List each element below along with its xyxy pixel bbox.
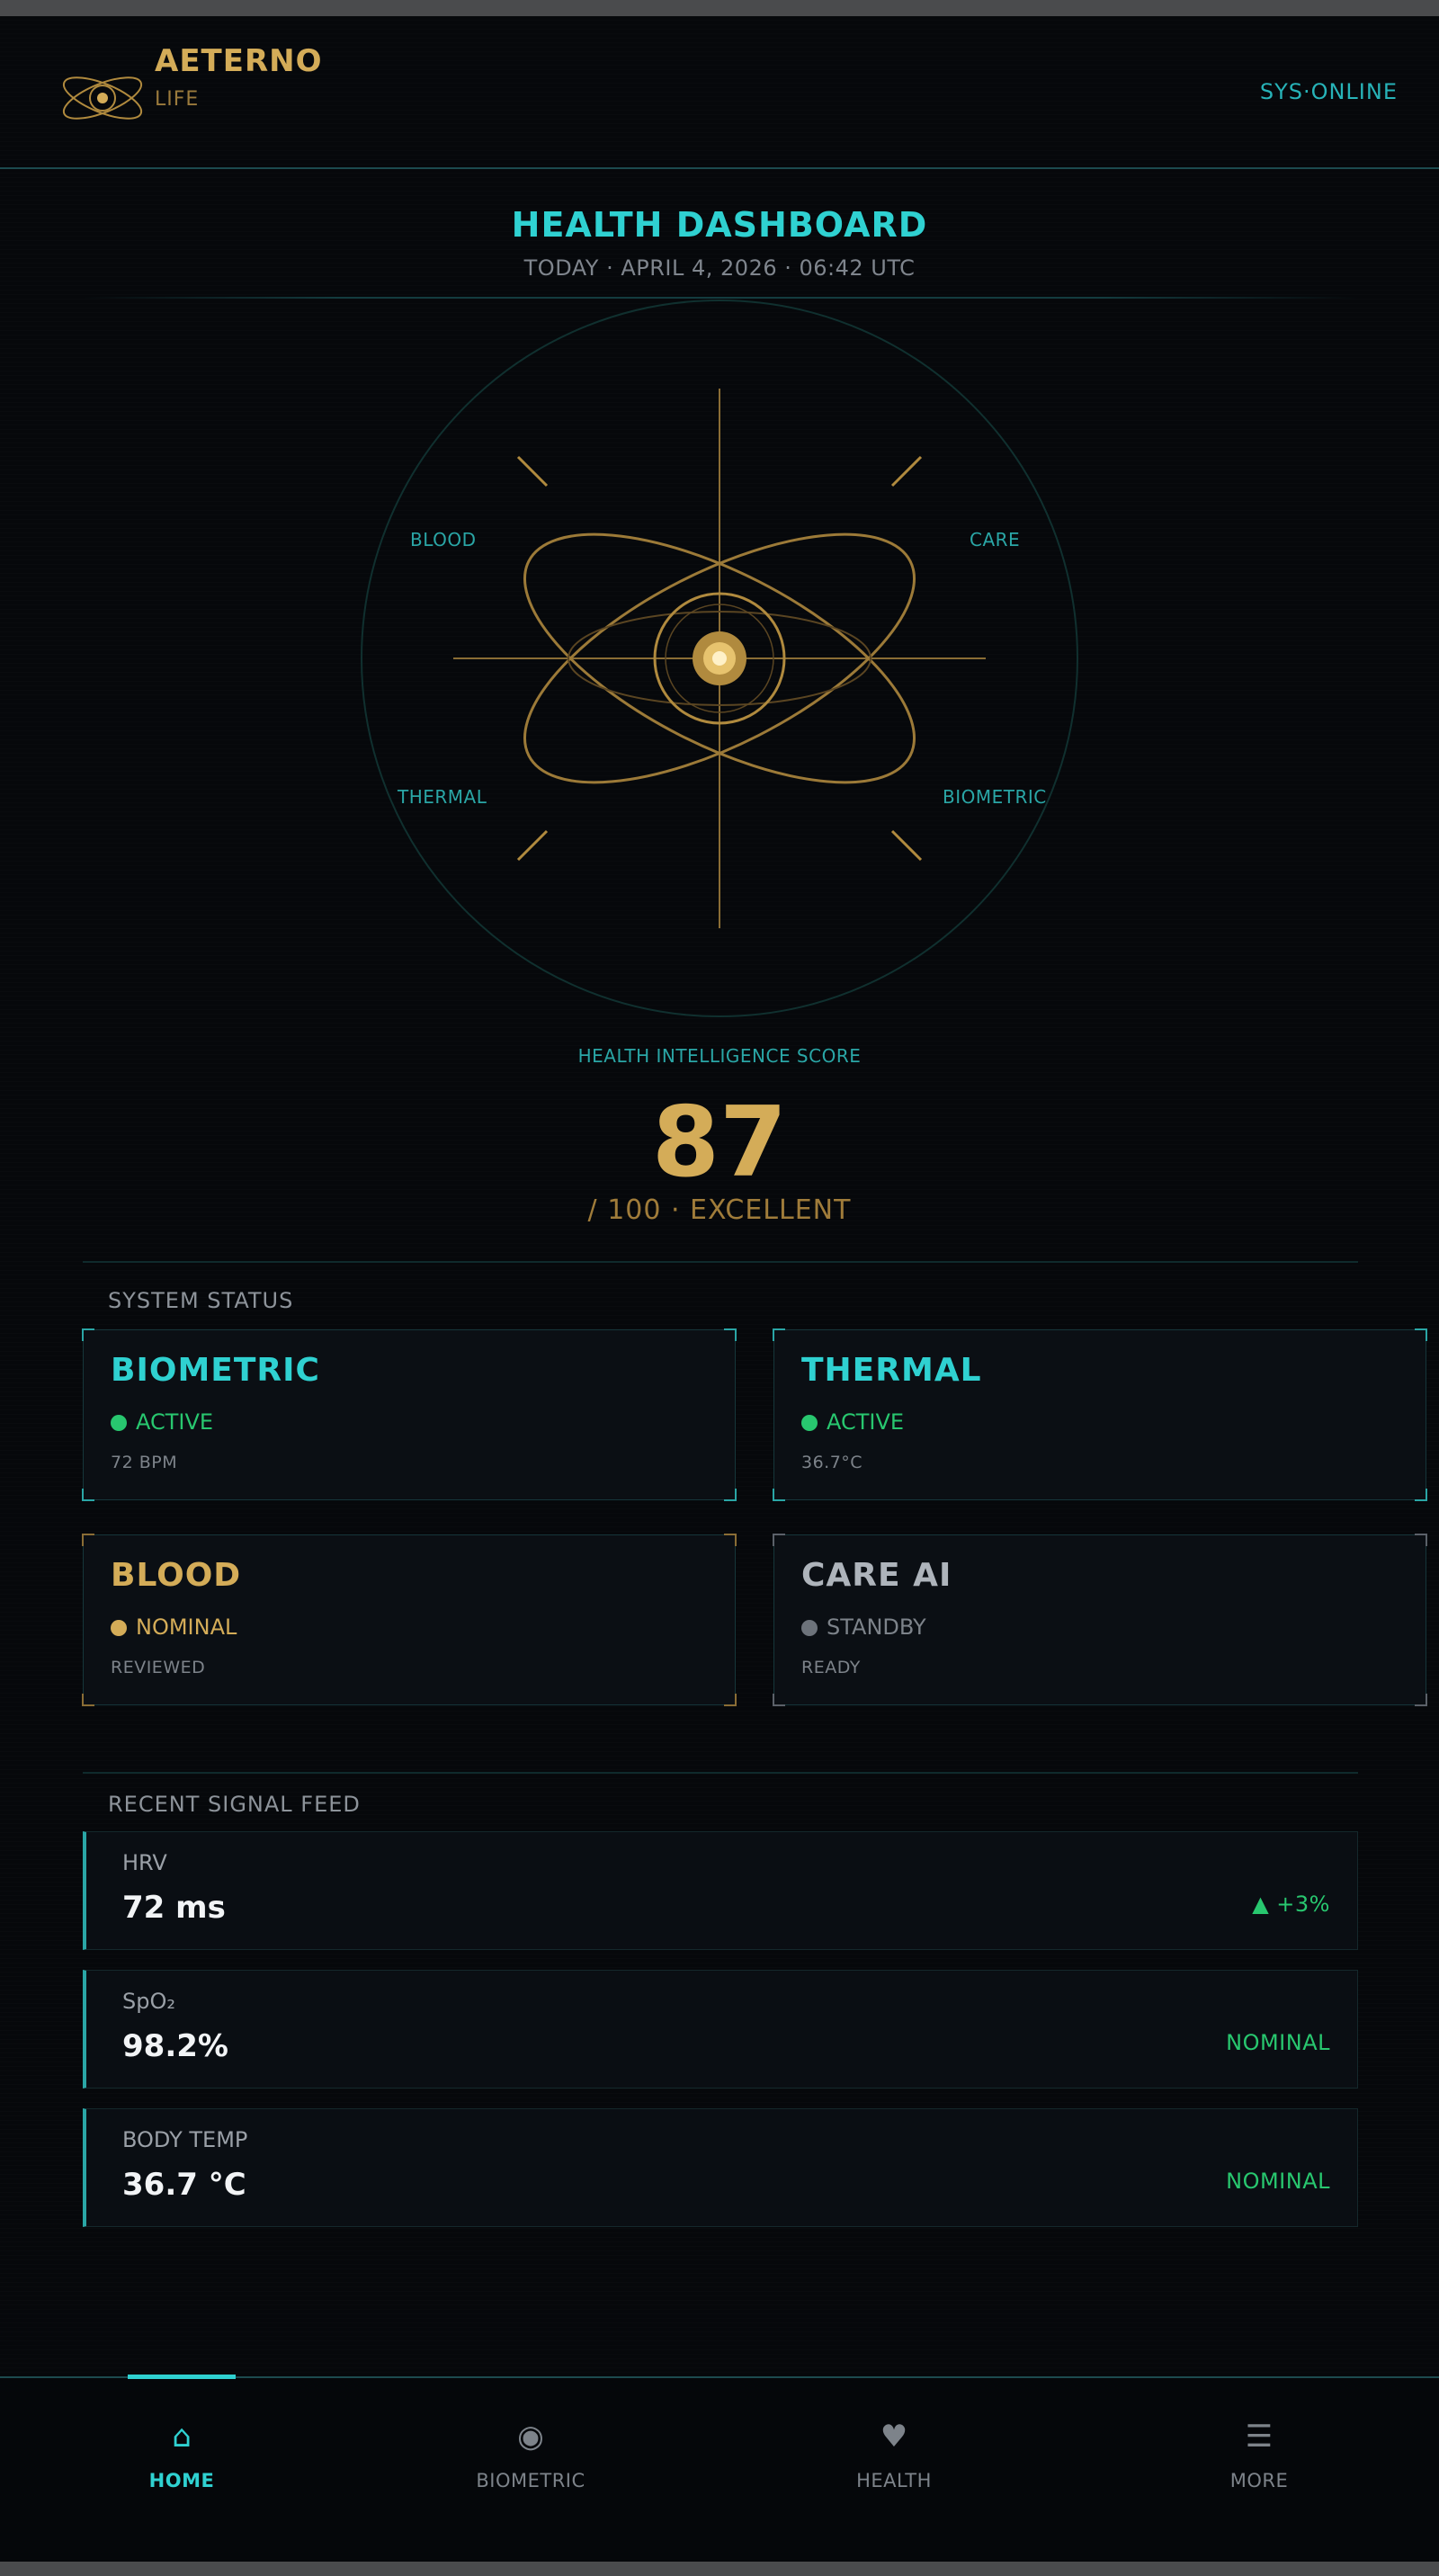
menu-icon: ☰ [1245,2419,1274,2455]
card-title: CARE AI [801,1557,952,1594]
status-card-blood[interactable]: BLOOD NOMINAL REVIEWED [82,1534,737,1706]
active-tab-indicator [128,2375,236,2379]
nav-label: BIOMETRIC [476,2470,585,2491]
emblem-label-thermal: THERMAL [398,786,487,808]
brand: AETERNO LIFE [155,43,323,111]
card-state-label: ACTIVE [827,1409,905,1435]
system-status-heading: SYSTEM STATUS [108,1288,294,1313]
system-status-indicator: SYS·ONLINE [1259,79,1398,104]
app-header: AETERNO LIFE SYS·ONLINE [0,16,1439,169]
feed-item-hrv[interactable]: HRV 72 ms ▲ +3% [83,1831,1358,1950]
status-card-thermal[interactable]: THERMAL ACTIVE 36.7°C [773,1328,1427,1501]
home-icon: ⌂ [172,2419,192,2455]
card-state: NOMINAL [111,1614,237,1640]
orbit-logo-icon[interactable] [58,59,147,137]
card-state: ACTIVE [111,1409,213,1435]
card-state-label: NOMINAL [136,1614,237,1640]
biometric-icon: ◉ [517,2419,544,2455]
nav-health[interactable]: ♥ HEALTH [777,2414,1011,2491]
card-state: STANDBY [801,1614,926,1640]
card-value: 72 BPM [111,1453,178,1472]
feed-status: NOMINAL [1226,2169,1330,2194]
status-dot-icon [111,1620,127,1636]
card-value: REVIEWED [111,1658,206,1677]
nav-label: HOME [148,2470,215,2491]
nav-label: MORE [1229,2470,1289,2491]
nav-biometric[interactable]: ◉ BIOMETRIC [414,2414,648,2491]
app-frame: AETERNO LIFE SYS·ONLINE HEALTH DASHBOARD… [0,16,1439,2562]
card-state: ACTIVE [801,1409,904,1435]
nav-label: HEALTH [856,2470,932,2491]
score-rating: / 100 · EXCELLENT [587,1194,852,1226]
feed-value: 36.7 °C [122,2167,246,2203]
card-value: READY [801,1658,861,1677]
feed-value: 98.2% [122,2028,228,2064]
signal-feed-heading: RECENT SIGNAL FEED [108,1792,361,1817]
card-value: 36.7°C [801,1453,863,1472]
feed-value: 72 ms [122,1890,226,1926]
dashboard-title-block: HEALTH DASHBOARD TODAY · APRIL 4, 2026 ·… [0,205,1439,281]
page-title: HEALTH DASHBOARD [511,205,928,245]
feed-trend: ▲ +3% [1252,1892,1330,1917]
status-dot-icon [801,1415,818,1431]
emblem-label-blood: BLOOD [410,529,477,550]
divider [83,1772,1358,1774]
date-stamp: TODAY · APRIL 4, 2026 · 06:42 UTC [523,255,916,281]
feed-label: HRV [122,1850,167,1875]
brand-name: AETERNO [155,43,323,79]
card-state-label: STANDBY [827,1614,926,1640]
feed-label: BODY TEMP [122,2127,248,2152]
feed-item-spo2[interactable]: SpO₂ 98.2% NOMINAL [83,1970,1358,2089]
emblem-label-biometric: BIOMETRIC [943,786,1047,808]
bottom-nav: ⌂ HOME ◉ BIOMETRIC ♥ HEALTH ☰ MORE [0,2375,1439,2562]
orbit-emblem-graphic [361,300,1078,1017]
status-dot-icon [111,1415,127,1431]
nav-more[interactable]: ☰ MORE [1142,2414,1376,2491]
nav-home[interactable]: ⌂ HOME [65,2414,299,2491]
score-label: HEALTH INTELLIGENCE SCORE [577,1045,862,1067]
emblem-label-care: CARE [970,529,1021,550]
health-score-value: 87 [651,1087,788,1199]
card-state-label: ACTIVE [136,1409,214,1435]
feed-label: SpO₂ [122,1989,175,2014]
status-card-care-ai[interactable]: CARE AI STANDBY READY [773,1534,1427,1706]
heart-icon: ♥ [880,2419,908,2455]
card-title: THERMAL [801,1352,982,1389]
health-orbit-emblem: BLOOD CARE THERMAL BIOMETRIC [360,295,1079,1024]
card-title: BIOMETRIC [111,1352,320,1389]
divider [83,1261,1358,1263]
feed-item-body-temp[interactable]: BODY TEMP 36.7 °C NOMINAL [83,2108,1358,2227]
status-card-biometric[interactable]: BIOMETRIC ACTIVE 72 BPM [82,1328,737,1501]
feed-status: NOMINAL [1226,2030,1330,2055]
status-dot-icon [801,1620,818,1636]
brand-subtitle: LIFE [155,88,200,111]
card-title: BLOOD [111,1557,242,1594]
